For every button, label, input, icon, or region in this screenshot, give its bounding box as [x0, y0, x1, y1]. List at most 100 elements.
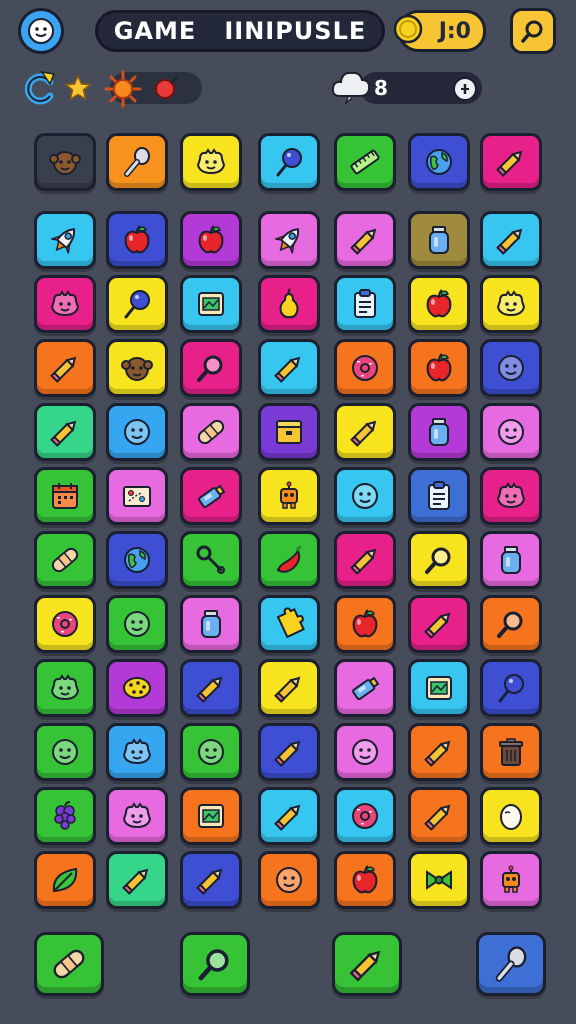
- tile-r6-c4[interactable]: [258, 531, 320, 589]
- tile-top-5[interactable]: [334, 133, 396, 191]
- tile-r2-c2[interactable]: [106, 275, 168, 333]
- tile-r7-c5[interactable]: [334, 595, 396, 653]
- tile-r3-c7[interactable]: [480, 339, 542, 397]
- tile-top-3[interactable]: [180, 133, 242, 191]
- tile-r6-c5[interactable]: [334, 531, 396, 589]
- tile-r3-c4[interactable]: [258, 339, 320, 397]
- tile-r6-c6[interactable]: [408, 531, 470, 589]
- tile-r11-c3[interactable]: [180, 851, 242, 909]
- tube-icon: [198, 484, 226, 509]
- tile-r11-c6[interactable]: [408, 851, 470, 909]
- tile-r11-c1[interactable]: [34, 851, 96, 909]
- refresh-icon[interactable]: [20, 68, 58, 108]
- tile-r8-c4[interactable]: [258, 659, 320, 717]
- tile-r8-c2[interactable]: [106, 659, 168, 717]
- tile-r9-c5[interactable]: [334, 723, 396, 781]
- tile-r2-c7[interactable]: [480, 275, 542, 333]
- tile-r10-c3[interactable]: [180, 787, 242, 845]
- tile-r9-c6[interactable]: [408, 723, 470, 781]
- tile-r5-c1[interactable]: [34, 467, 96, 525]
- settings-button[interactable]: [510, 8, 556, 54]
- tile-r1-c5[interactable]: [334, 211, 396, 269]
- tile-r2-c6[interactable]: [408, 275, 470, 333]
- tile-top-6[interactable]: [408, 133, 470, 191]
- bottom-button-4[interactable]: [476, 932, 546, 996]
- tile-r7-c2[interactable]: [106, 595, 168, 653]
- box-icon: [276, 420, 302, 444]
- tile-r5-c2[interactable]: [106, 467, 168, 525]
- tile-r4-c3[interactable]: [180, 403, 242, 461]
- tile-r9-c7[interactable]: [480, 723, 542, 781]
- tile-r3-c1[interactable]: [34, 339, 96, 397]
- avatar-button[interactable]: [18, 8, 64, 54]
- bottom-button-2[interactable]: [180, 932, 250, 996]
- search-icon: [521, 20, 543, 43]
- bottom-button-1[interactable]: [34, 932, 104, 996]
- tile-r5-c5[interactable]: [334, 467, 396, 525]
- tile-r9-c3[interactable]: [180, 723, 242, 781]
- tile-r4-c7[interactable]: [480, 403, 542, 461]
- tile-r7-c6[interactable]: [408, 595, 470, 653]
- tile-r6-c2[interactable]: [106, 531, 168, 589]
- tile-r5-c7[interactable]: [480, 467, 542, 525]
- tile-r1-c3[interactable]: [180, 211, 242, 269]
- tile-top-4[interactable]: [258, 133, 320, 191]
- tile-r6-c3[interactable]: [180, 531, 242, 589]
- star-icon: [64, 74, 92, 101]
- tile-r8-c5[interactable]: [334, 659, 396, 717]
- tile-r5-c3[interactable]: [180, 467, 242, 525]
- tile-r1-c2[interactable]: [106, 211, 168, 269]
- tile-r6-c1[interactable]: [34, 531, 96, 589]
- donut-icon: [352, 803, 378, 829]
- tile-r5-c6[interactable]: [408, 467, 470, 525]
- tile-r10-c6[interactable]: [408, 787, 470, 845]
- tile-r3-c3[interactable]: [180, 339, 242, 397]
- face-icon: [124, 419, 150, 445]
- tile-r8-c7[interactable]: [480, 659, 542, 717]
- tile-r3-c5[interactable]: [334, 339, 396, 397]
- title-right: IINIPUSLE: [224, 17, 367, 45]
- tile-r9-c4[interactable]: [258, 723, 320, 781]
- tile-r8-c3[interactable]: [180, 659, 242, 717]
- tile-r9-c1[interactable]: [34, 723, 96, 781]
- tile-r11-c7[interactable]: [480, 851, 542, 909]
- tile-r4-c6[interactable]: [408, 403, 470, 461]
- tile-r7-c3[interactable]: [180, 595, 242, 653]
- tile-r2-c5[interactable]: [334, 275, 396, 333]
- tile-r7-c1[interactable]: [34, 595, 96, 653]
- tile-r11-c5[interactable]: [334, 851, 396, 909]
- tile-r10-c1[interactable]: [34, 787, 96, 845]
- tile-r11-c4[interactable]: [258, 851, 320, 909]
- tile-top-1[interactable]: [34, 133, 96, 191]
- tile-r4-c1[interactable]: [34, 403, 96, 461]
- tile-r2-c3[interactable]: [180, 275, 242, 333]
- tile-r10-c2[interactable]: [106, 787, 168, 845]
- info-icon[interactable]: [452, 76, 478, 102]
- tile-r10-c7[interactable]: [480, 787, 542, 845]
- tile-r4-c2[interactable]: [106, 403, 168, 461]
- tile-r2-c1[interactable]: [34, 275, 96, 333]
- tile-r4-c4[interactable]: [258, 403, 320, 461]
- tile-r9-c2[interactable]: [106, 723, 168, 781]
- tile-r2-c4[interactable]: [258, 275, 320, 333]
- tile-r8-c1[interactable]: [34, 659, 96, 717]
- tile-r1-c6[interactable]: [408, 211, 470, 269]
- tile-top-7[interactable]: [480, 133, 542, 191]
- lollipop-icon: [498, 674, 524, 703]
- tile-r4-c5[interactable]: [334, 403, 396, 461]
- tile-r3-c2[interactable]: [106, 339, 168, 397]
- tile-r8-c6[interactable]: [408, 659, 470, 717]
- tile-r10-c5[interactable]: [334, 787, 396, 845]
- tile-r7-c4[interactable]: [258, 595, 320, 653]
- tile-r1-c7[interactable]: [480, 211, 542, 269]
- tile-r5-c4[interactable]: [258, 467, 320, 525]
- tile-r11-c2[interactable]: [106, 851, 168, 909]
- tile-top-2[interactable]: [106, 133, 168, 191]
- tile-r1-c1[interactable]: [34, 211, 96, 269]
- bottom-button-3[interactable]: [332, 932, 402, 996]
- tile-r10-c4[interactable]: [258, 787, 320, 845]
- tile-r6-c7[interactable]: [480, 531, 542, 589]
- tile-r1-c4[interactable]: [258, 211, 320, 269]
- tile-r7-c7[interactable]: [480, 595, 542, 653]
- tile-r3-c6[interactable]: [408, 339, 470, 397]
